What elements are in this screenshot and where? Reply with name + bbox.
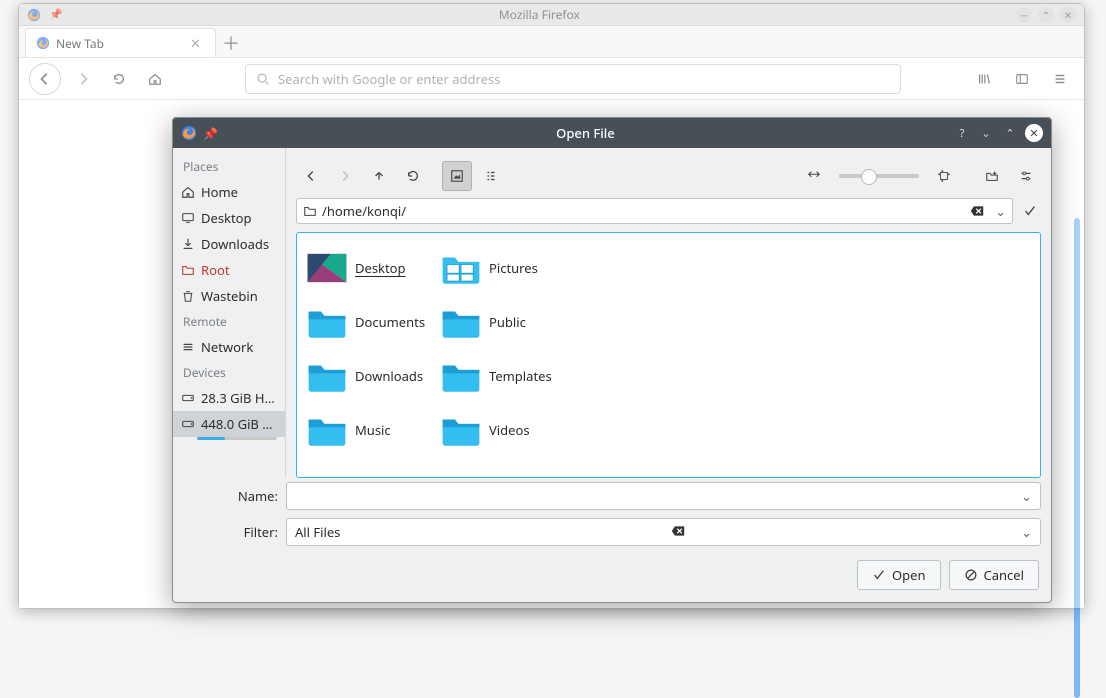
file-item-public[interactable]: Public: [439, 295, 569, 349]
filter-clear-icon[interactable]: [671, 523, 685, 541]
download-icon: [181, 237, 195, 251]
file-label: Pictures: [489, 259, 538, 277]
device-usage-bar: [197, 437, 277, 440]
trash-icon: [181, 289, 195, 303]
zoom-out-button[interactable]: [799, 161, 829, 191]
file-item-documents[interactable]: Documents: [305, 295, 435, 349]
places-device-1[interactable]: 28.3 GiB H…: [173, 385, 285, 411]
check-icon: [872, 568, 886, 582]
file-item-templates[interactable]: Templates: [439, 349, 569, 403]
open-button[interactable]: Open: [857, 560, 941, 590]
file-item-desktop[interactable]: Desktop: [305, 241, 435, 295]
folder-icon: [439, 408, 483, 452]
zoom-in-button[interactable]: [929, 161, 959, 191]
nav-forward-button[interactable]: [330, 161, 360, 191]
folder-icon: [305, 408, 349, 452]
drive-icon: [181, 391, 195, 405]
filter-select[interactable]: All Files ⌄: [286, 518, 1041, 546]
remote-section-label: Remote: [173, 309, 285, 334]
dialog-maximize-button[interactable]: ⌃: [1001, 124, 1019, 142]
file-item-downloads[interactable]: Downloads: [305, 349, 435, 403]
dialog-minimize-button[interactable]: ⌄: [977, 124, 995, 142]
name-chevron-icon[interactable]: ⌄: [1021, 487, 1032, 505]
file-item-videos[interactable]: Videos: [439, 403, 569, 457]
drive-icon: [181, 417, 195, 431]
folder-icon: [439, 300, 483, 344]
filter-chevron-icon[interactable]: ⌄: [1021, 523, 1032, 541]
file-label: Desktop: [355, 259, 406, 277]
path-text: /home/konqi/: [322, 202, 406, 220]
file-browser-pane: /home/konqi/ ⌄ Desktop Pictures Documents P…: [286, 148, 1051, 478]
folder-icon: [305, 246, 349, 290]
places-wastebin[interactable]: Wastebin: [173, 283, 285, 309]
folder-icon: [305, 300, 349, 344]
path-clear-icon[interactable]: [970, 205, 989, 217]
dialog-title: Open File: [218, 124, 953, 142]
file-label: Public: [489, 313, 526, 331]
name-label: Name:: [183, 487, 278, 505]
list-view-button[interactable]: [476, 161, 506, 191]
folder-path-icon: [303, 204, 317, 218]
places-home[interactable]: Home: [173, 179, 285, 205]
folder-icon: [439, 246, 483, 290]
filter-label: Filter:: [183, 523, 278, 541]
zoom-slider[interactable]: [839, 174, 919, 178]
places-section-label: Places: [173, 154, 285, 179]
reload-button[interactable]: [398, 161, 428, 191]
new-folder-button[interactable]: [977, 161, 1007, 191]
network-icon: [181, 340, 195, 354]
places-network[interactable]: Network: [173, 334, 285, 360]
dialog-close-button[interactable]: ✕: [1025, 124, 1043, 142]
folder-icon: [439, 354, 483, 398]
dialog-app-icon: [181, 125, 197, 141]
file-label: Music: [355, 421, 391, 439]
folder-icon: [305, 354, 349, 398]
settings-button[interactable]: [1011, 161, 1041, 191]
places-desktop[interactable]: Desktop: [173, 205, 285, 231]
path-confirm-button[interactable]: [1019, 198, 1041, 224]
file-list[interactable]: Desktop Pictures Documents Public Downloads T…: [296, 232, 1041, 478]
name-input[interactable]: ⌄: [286, 482, 1041, 510]
places-panel: Places Home Desktop Downloads Root: [173, 148, 286, 478]
path-history-chevron-icon[interactable]: ⌄: [995, 202, 1006, 220]
filter-value: All Files: [295, 523, 340, 541]
home-icon: [181, 185, 195, 199]
dialog-toolbar: [296, 156, 1041, 196]
file-item-pictures[interactable]: Pictures: [439, 241, 569, 295]
devices-section-label: Devices: [173, 360, 285, 385]
cancel-icon: [964, 568, 978, 582]
dialog-help-button[interactable]: ?: [953, 124, 971, 142]
icon-view-button[interactable]: [442, 161, 472, 191]
places-device-2[interactable]: 448.0 GiB …: [173, 411, 285, 437]
file-label: Documents: [355, 313, 425, 331]
desktop-icon: [181, 211, 195, 225]
nav-up-button[interactable]: [364, 161, 394, 191]
path-input[interactable]: /home/konqi/ ⌄: [296, 198, 1013, 224]
file-label: Videos: [489, 421, 530, 439]
file-label: Templates: [489, 367, 552, 385]
open-file-dialog: 📌 Open File ? ⌄ ⌃ ✕ Places Home Desktop: [172, 117, 1052, 603]
dialog-pin-icon[interactable]: 📌: [203, 125, 218, 142]
nav-back-button[interactable]: [296, 161, 326, 191]
dialog-titlebar: 📌 Open File ? ⌄ ⌃ ✕: [173, 118, 1051, 148]
file-item-music[interactable]: Music: [305, 403, 435, 457]
places-downloads[interactable]: Downloads: [173, 231, 285, 257]
cancel-button[interactable]: Cancel: [949, 560, 1039, 590]
folder-icon: [181, 263, 195, 277]
places-root[interactable]: Root: [173, 257, 285, 283]
file-label: Downloads: [355, 367, 423, 385]
